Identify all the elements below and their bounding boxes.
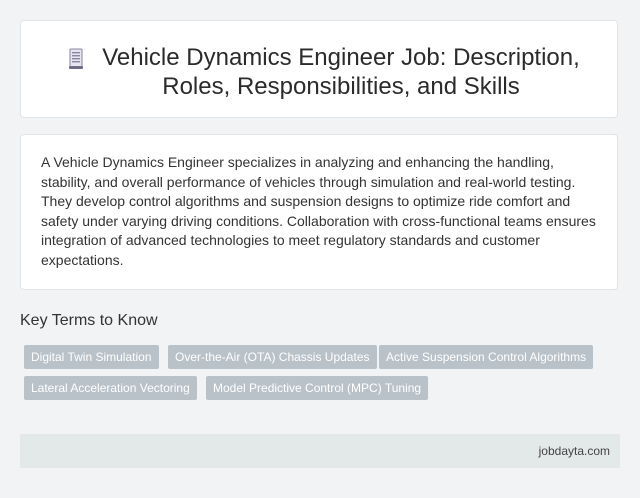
footer-bar: jobdayta.com xyxy=(20,434,620,468)
key-terms-heading: Key Terms to Know xyxy=(20,312,158,329)
term-tag[interactable]: Model Predictive Control (MPC) Tuning xyxy=(206,376,429,400)
page: Vehicle Dynamics Engineer Job: Descripti… xyxy=(0,0,640,498)
footer-site-link[interactable]: jobdayta.com xyxy=(539,444,610,458)
term-tag[interactable]: Lateral Acceleration Vectoring xyxy=(24,376,197,400)
description-text: A Vehicle Dynamics Engineer specializes … xyxy=(41,154,596,268)
term-tag[interactable]: Digital Twin Simulation xyxy=(24,345,159,369)
title-card: Vehicle Dynamics Engineer Job: Descripti… xyxy=(20,20,618,118)
description-card: A Vehicle Dynamics Engineer specializes … xyxy=(20,134,618,290)
page-title: Vehicle Dynamics Engineer Job: Descripti… xyxy=(102,44,580,100)
term-tag[interactable]: Active Suspension Control Algorithms xyxy=(379,345,594,369)
term-tag[interactable]: Over-the-Air (OTA) Chassis Updates xyxy=(168,345,377,369)
